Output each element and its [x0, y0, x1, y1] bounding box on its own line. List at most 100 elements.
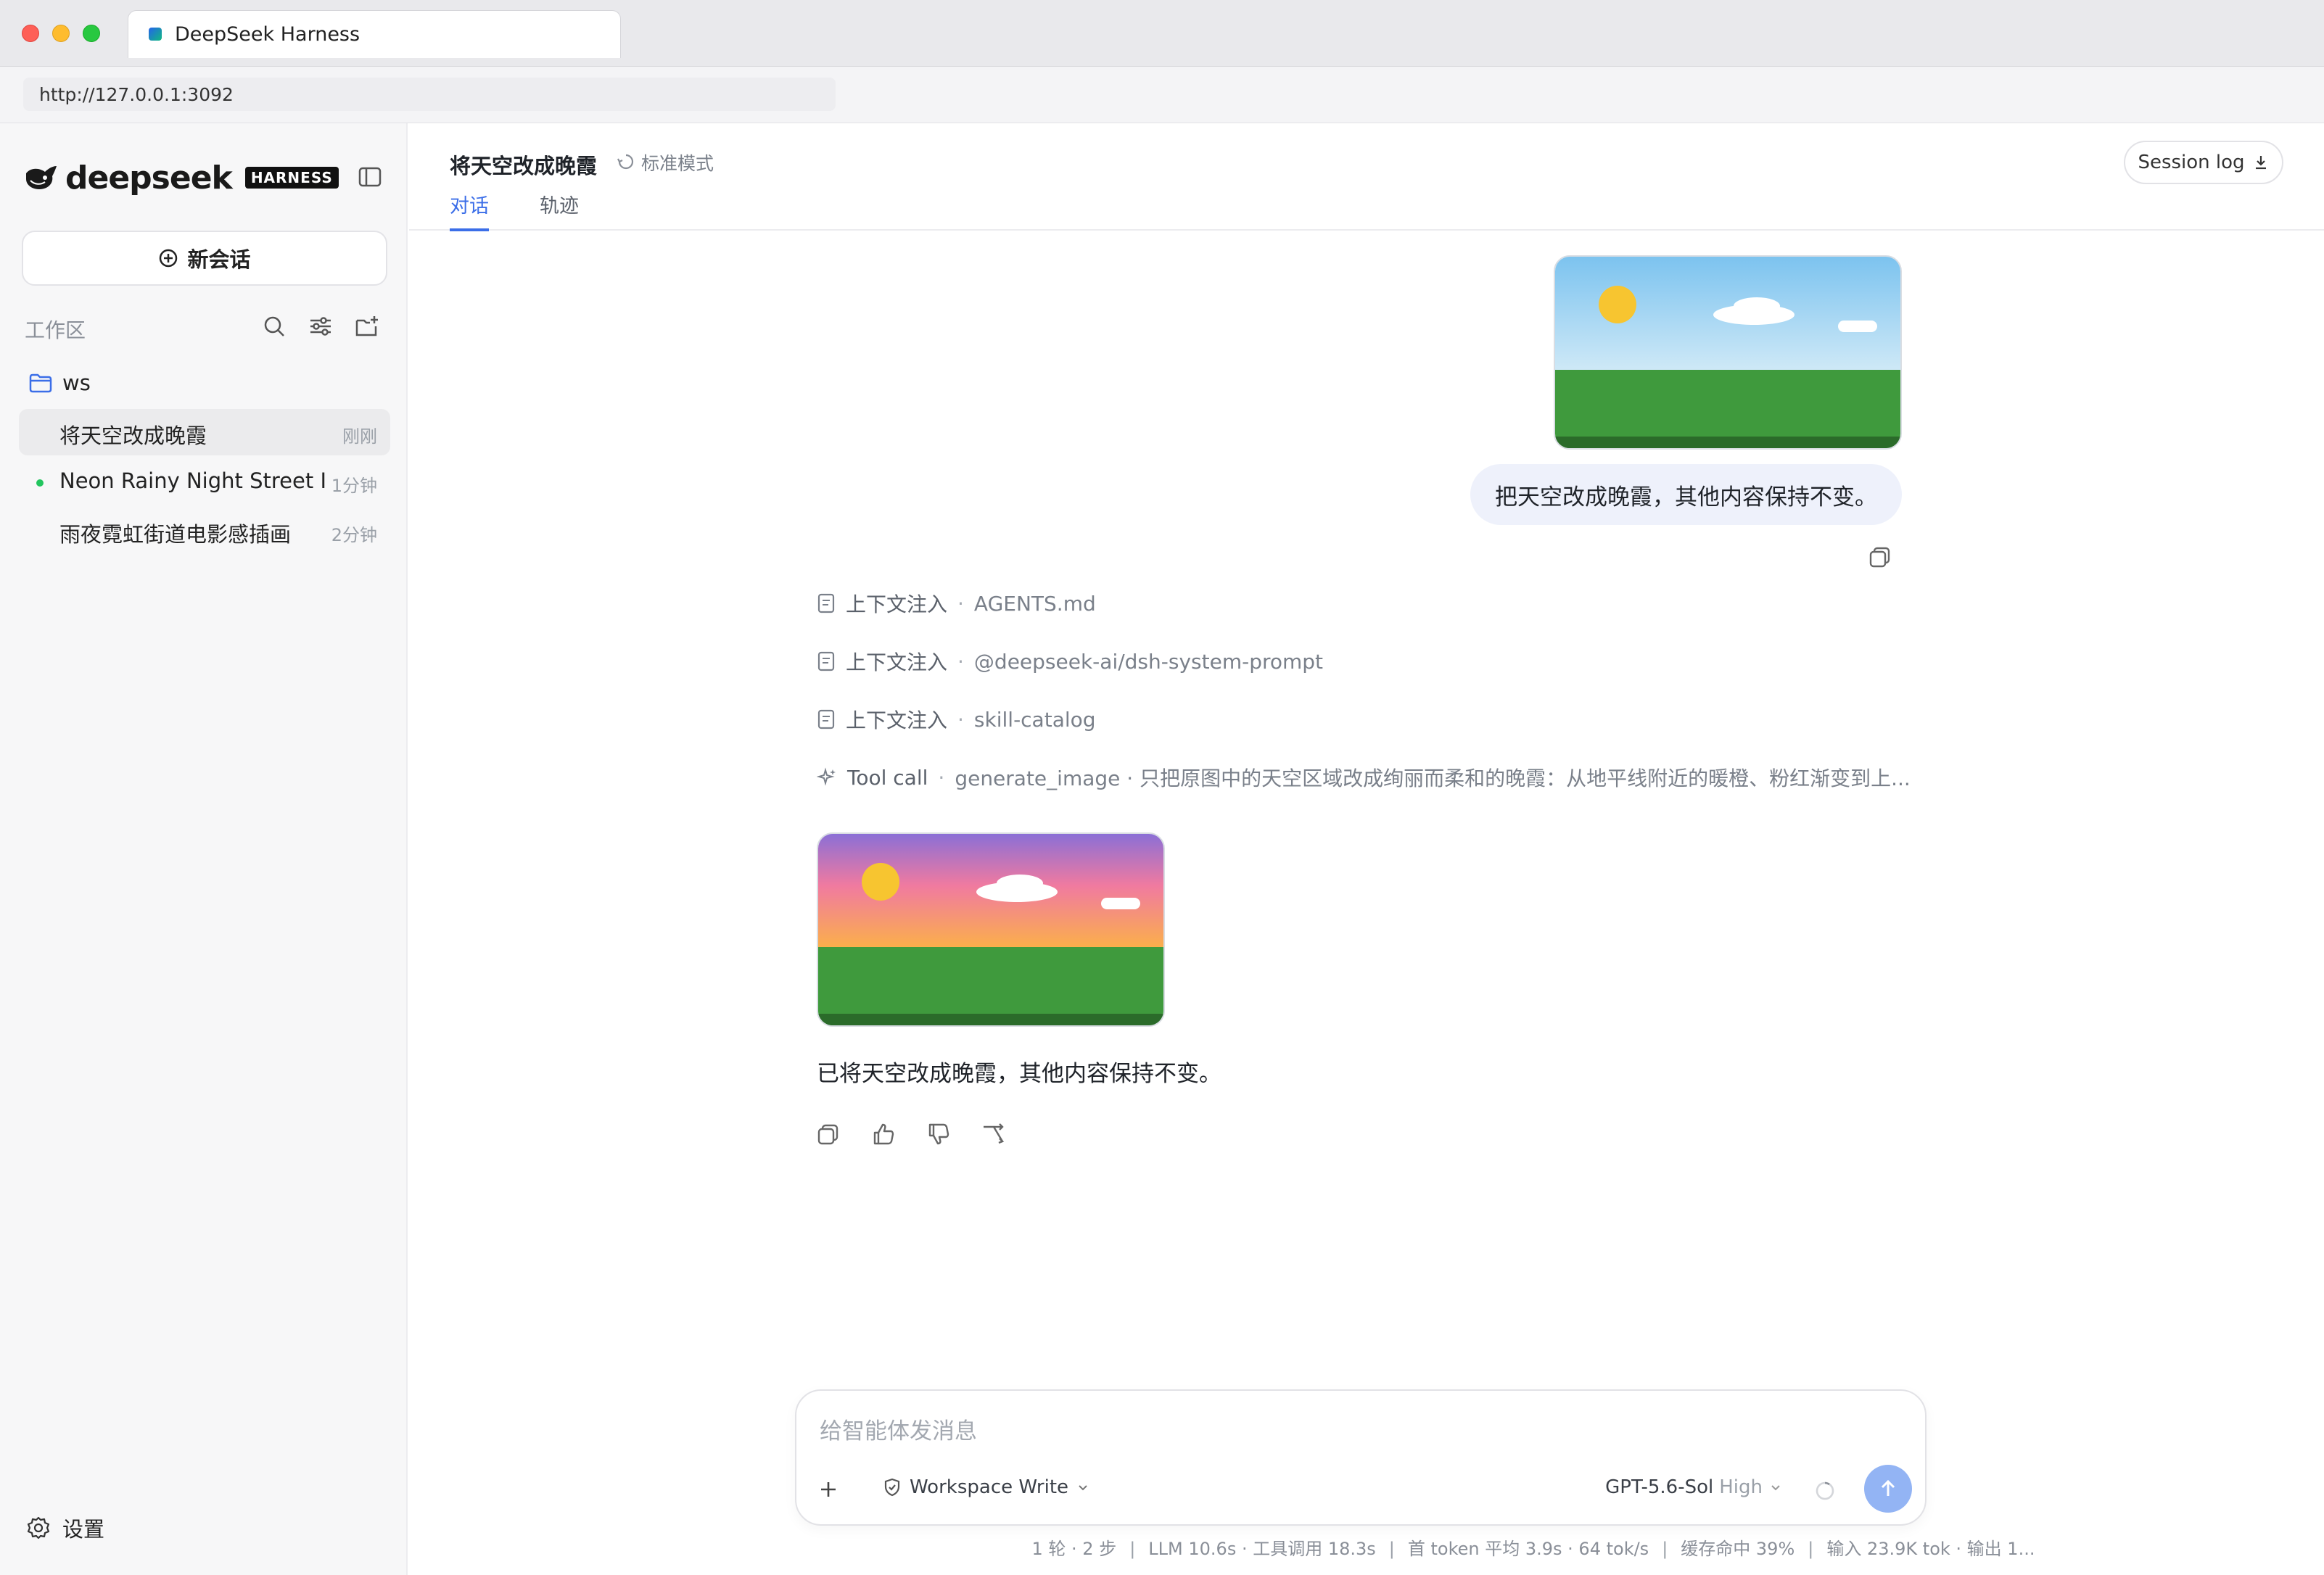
tool-call-row[interactable]: Tool call · generate_image · 只把原图中的天空区域改…	[817, 761, 1911, 793]
model-selector[interactable]: GPT-5.6-Sol High	[1605, 1476, 1783, 1498]
session-name: Neon Rainy Night Street Ill...	[59, 468, 328, 493]
maximize-window-button[interactable]	[83, 25, 100, 42]
landscape-daytime-image	[1555, 257, 1900, 448]
reasoning-effort: High	[1719, 1476, 1763, 1498]
plus-circle-icon	[160, 249, 178, 268]
chevron-down-icon	[1079, 1485, 1087, 1491]
user-message-bubble: 把天空改成晚霞，其他内容保持不变。	[1470, 464, 1902, 525]
folder-name: ws	[62, 371, 91, 395]
copy-icon[interactable]	[814, 1120, 843, 1149]
mode-label: 标准模式	[641, 153, 714, 174]
trace-kind: 上下文注入	[846, 708, 948, 732]
browser-tab-title: DeepSeek Harness	[175, 23, 360, 46]
document-icon	[817, 593, 835, 613]
status-rounds: 1 轮 · 2 步	[1031, 1539, 1117, 1559]
mode-icon	[617, 154, 634, 170]
workspace-header: 工作区	[25, 310, 387, 342]
session-time: 1分钟	[331, 476, 377, 496]
main-panel: 将天空改成晚霞 标准模式 对话 轨迹 Session log 把天空改成晚霞，其…	[409, 123, 2324, 1575]
separator: ·	[957, 707, 964, 732]
status-cache: 缓存命中 39%	[1681, 1539, 1795, 1559]
chevron-down-icon	[1771, 1485, 1780, 1491]
attach-button[interactable]	[808, 1469, 849, 1510]
status-timing: LLM 10.6s · 工具调用 18.3s	[1148, 1539, 1376, 1559]
context-usage-ring-icon[interactable]	[1812, 1478, 1838, 1504]
copy-icon[interactable]	[1866, 542, 1895, 571]
message-input[interactable]: 给智能体发消息	[820, 1413, 977, 1445]
separator: ·	[957, 591, 964, 616]
running-indicator	[36, 479, 44, 487]
session-log-button[interactable]: Session log	[2124, 141, 2283, 184]
filter-icon[interactable]	[308, 313, 334, 339]
thumbs-up-icon[interactable]	[869, 1120, 898, 1149]
arrow-up-icon	[1881, 1479, 1895, 1496]
user-message-text: 把天空改成晚霞，其他内容保持不变。	[1495, 484, 1877, 510]
plus-icon	[821, 1482, 836, 1497]
view-tabs: 对话 轨迹	[450, 190, 579, 231]
conversation-header: 将天空改成晚霞 标准模式 对话 轨迹 Session log	[409, 123, 2324, 231]
trace-value: skill-catalog	[973, 707, 1096, 732]
landscape-sunset-image	[818, 834, 1163, 1025]
generated-image[interactable]	[817, 832, 1165, 1027]
context-injection-row[interactable]: 上下文注入 · @deepseek-ai/dsh-system-prompt	[817, 645, 1323, 677]
session-name: 将天空改成晚霞	[59, 423, 207, 448]
context-injection-row[interactable]: 上下文注入 · skill-catalog	[817, 703, 1096, 735]
settings-label: 设置	[62, 1517, 105, 1542]
document-icon	[817, 709, 835, 729]
url-text: http://127.0.0.1:3092	[39, 84, 234, 105]
sparkle-icon	[817, 767, 836, 786]
context-injection-row[interactable]: 上下文注入 · AGENTS.md	[817, 587, 1096, 619]
trace-kind: 上下文注入	[846, 650, 948, 674]
branch-icon[interactable]	[979, 1120, 1008, 1149]
session-log-label: Session log	[2138, 152, 2245, 173]
trace-value: @deepseek-ai/dsh-system-prompt	[973, 649, 1324, 674]
tab-chat[interactable]: 对话	[450, 190, 489, 231]
workspace-label: 工作区	[25, 318, 86, 342]
shield-icon	[884, 1478, 900, 1497]
sidebar-toggle-icon[interactable]	[357, 164, 383, 190]
permission-selector[interactable]: Workspace Write	[882, 1476, 1090, 1498]
session-item[interactable]: 雨夜霓虹街道电影感插画 2分钟	[19, 508, 390, 554]
status-tokens: 输入 23.9K tok · 输出 1...	[1826, 1539, 2035, 1559]
separator: ·	[938, 765, 945, 790]
minimize-window-button[interactable]	[52, 25, 70, 42]
folder-icon	[29, 373, 52, 393]
user-attached-image[interactable]	[1554, 255, 1902, 450]
conversation-title: 将天空改成晚霞	[450, 154, 598, 178]
new-chat-label: 新会话	[187, 247, 251, 272]
close-window-button[interactable]	[22, 25, 39, 42]
workspace-folder[interactable]: ws	[29, 367, 91, 399]
permission-label: Workspace Write	[910, 1476, 1069, 1498]
logo: deepseek HARNESS	[23, 160, 339, 197]
browser-titlebar: DeepSeek Harness	[0, 0, 2324, 67]
session-item[interactable]: Neon Rainy Night Street Ill... 1分钟	[19, 458, 390, 505]
mode-indicator[interactable]: 标准模式	[617, 149, 714, 175]
usage-status-bar: 1 轮 · 2 步 | LLM 10.6s · 工具调用 18.3s | 首 token…	[1031, 1539, 2035, 1559]
thumbs-down-icon[interactable]	[924, 1120, 953, 1149]
url-bar[interactable]: http://127.0.0.1:3092	[23, 78, 836, 111]
send-button[interactable]	[1864, 1465, 1912, 1513]
model-name: GPT-5.6-Sol	[1605, 1476, 1714, 1498]
session-time: 2分钟	[331, 525, 377, 545]
session-time: 刚刚	[342, 426, 377, 447]
trace-value: generate_image · 只把原图中的天空区域改成绚丽而柔和的晚霞：从地…	[955, 766, 1911, 790]
settings-button[interactable]: 设置	[26, 1513, 104, 1543]
new-chat-button[interactable]: 新会话	[22, 231, 387, 286]
sidebar: deepseek HARNESS 新会话 工作区 ws 将天空改成晚霞 刚刚 N…	[0, 123, 408, 1575]
download-icon	[2255, 156, 2266, 170]
whale-logo-icon	[26, 166, 57, 189]
status-first-token: 首 token 平均 3.9s · 64 tok/s	[1407, 1539, 1649, 1559]
browser-tab[interactable]: DeepSeek Harness	[128, 10, 621, 58]
trace-kind: Tool call	[847, 765, 928, 790]
trace-kind: 上下文注入	[846, 592, 948, 616]
session-name: 雨夜霓虹街道电影感插画	[59, 522, 292, 547]
trace-value: AGENTS.md	[973, 591, 1096, 616]
search-icon[interactable]	[261, 313, 287, 339]
new-folder-icon[interactable]	[354, 313, 380, 339]
logo-badge: HARNESS	[244, 167, 339, 189]
document-icon	[817, 651, 835, 671]
message-composer: 给智能体发消息 Workspace Write GPT-5.6-Sol High	[795, 1389, 1927, 1526]
gear-icon	[27, 1516, 50, 1539]
tab-trace[interactable]: 轨迹	[540, 190, 579, 231]
session-item[interactable]: 将天空改成晚霞 刚刚	[19, 409, 390, 455]
